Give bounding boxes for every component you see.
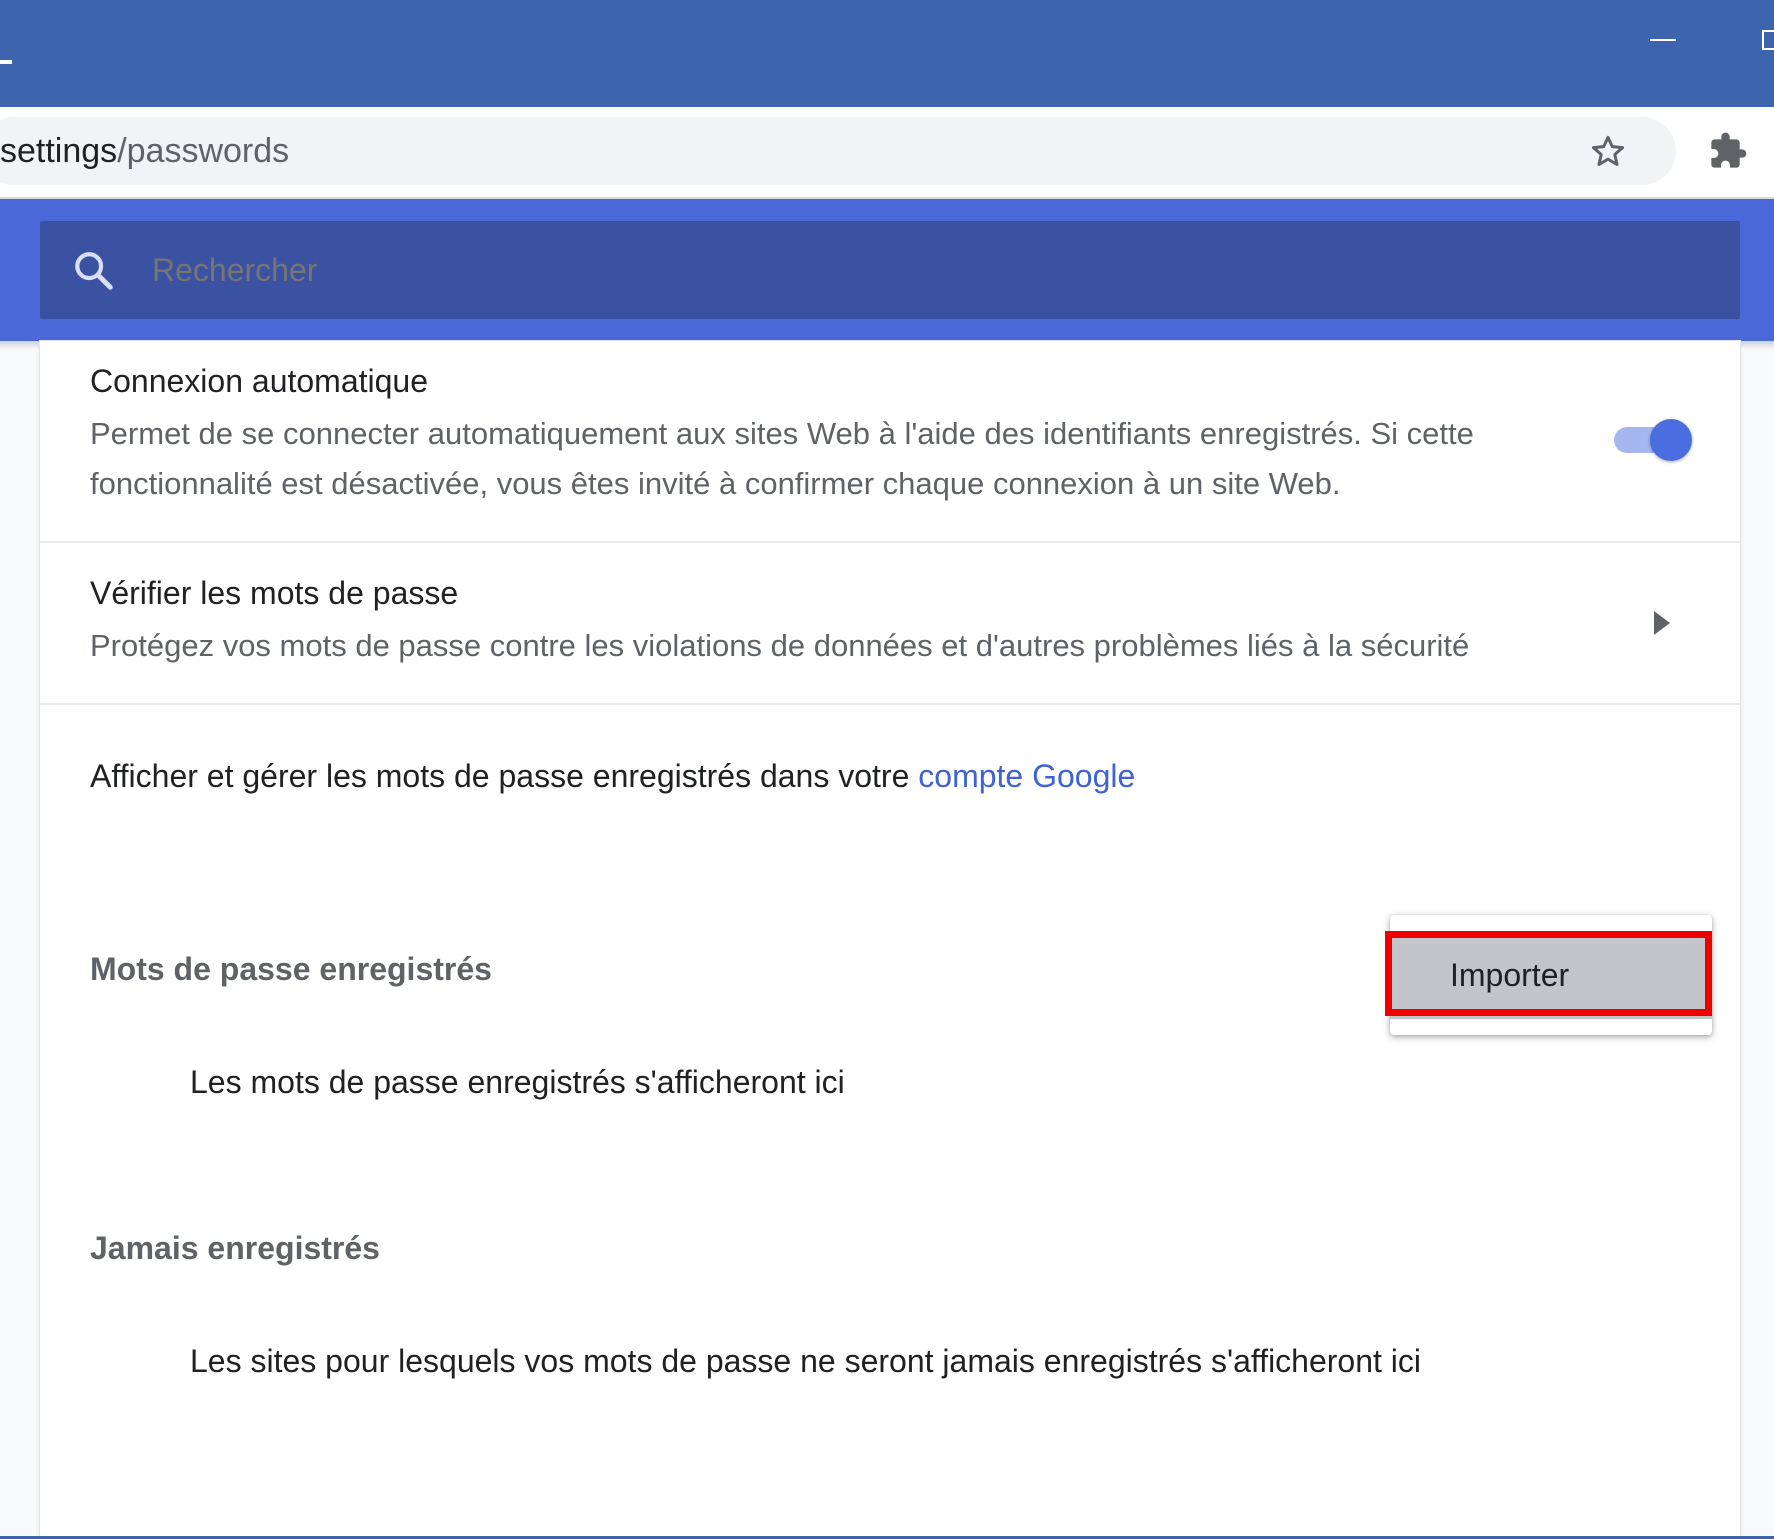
auto-signin-description: Permet de se connecter automatiquement a…: [90, 416, 1474, 501]
browser-toolbar: settings/passwords: [0, 107, 1774, 199]
google-account-text: Afficher et gérer les mots de passe enre…: [90, 758, 919, 794]
never-saved-heading: Jamais enregistrés: [90, 1230, 380, 1266]
maximize-button[interactable]: [1750, 20, 1774, 60]
check-passwords-description: Protégez vos mots de passe contre les vi…: [90, 628, 1470, 663]
import-menu-item[interactable]: Importer: [1390, 931, 1712, 1019]
never-saved-empty-message: Les sites pour lesquels vos mots de pass…: [190, 1343, 1422, 1379]
star-icon[interactable]: [1588, 132, 1628, 172]
minimize-button[interactable]: [1640, 20, 1690, 60]
google-account-line: Afficher et gérer les mots de passe enre…: [90, 758, 1135, 795]
check-passwords-row[interactable]: Vérifier les mots de passe Protégez vos …: [40, 543, 1740, 705]
more-actions-menu: Importer: [1390, 915, 1712, 1035]
check-passwords-title: Vérifier les mots de passe: [90, 575, 459, 611]
auto-signin-row: Connexion automatique Permet de se conne…: [40, 341, 1740, 543]
window-edge-mark: [0, 60, 12, 64]
address-bar[interactable]: settings/passwords: [0, 117, 1676, 185]
search-icon: [75, 252, 113, 290]
auto-signin-toggle[interactable]: [1612, 419, 1692, 461]
saved-passwords-empty-message: Les mots de passe enregistrés s'afficher…: [190, 1064, 845, 1100]
chevron-right-icon: [1654, 611, 1670, 635]
search-input[interactable]: [152, 221, 1652, 319]
address-url[interactable]: settings/passwords: [0, 117, 289, 185]
search-box[interactable]: [40, 221, 1740, 319]
auto-signin-title: Connexion automatique: [90, 363, 429, 399]
settings-header: [0, 199, 1774, 341]
toggle-knob: [1650, 419, 1692, 461]
window-title-bar: [0, 0, 1774, 107]
puzzle-icon[interactable]: [1708, 131, 1748, 171]
import-label: Importer: [1450, 957, 1570, 993]
google-account-link[interactable]: compte Google: [918, 758, 1135, 794]
url-host: settings: [0, 132, 118, 170]
saved-passwords-heading: Mots de passe enregistrés: [90, 951, 492, 987]
url-path: /passwords: [117, 132, 290, 170]
